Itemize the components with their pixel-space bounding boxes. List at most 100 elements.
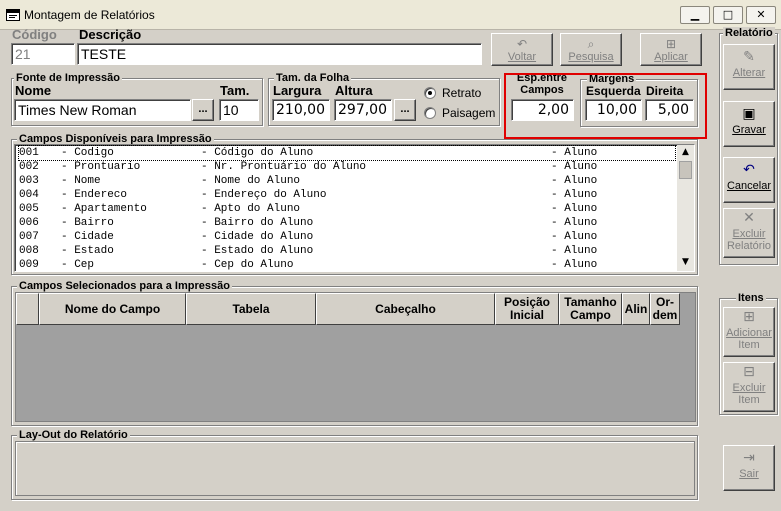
list-item[interactable]: 005- Apartamento - Apto do Aluno - Aluno — [19, 202, 675, 216]
list-separator: - — [61, 231, 75, 243]
list-value: Estado — [74, 245, 114, 257]
list-cell-name: - Endereco — [61, 188, 127, 202]
list-value: 009 — [19, 259, 39, 271]
apply-icon: ⊞ — [665, 37, 677, 51]
highlight-box — [504, 73, 707, 139]
list-cell-code: 006 — [19, 216, 39, 230]
sair-button[interactable]: ⇥ Sair — [723, 445, 775, 491]
voltar-button[interactable]: ↶ Voltar — [491, 33, 553, 66]
report-window-icon — [6, 9, 20, 21]
list-item[interactable]: 003- Nome - Nome do Aluno - Aluno — [19, 174, 675, 188]
itens-panel-label: Itens — [736, 292, 766, 304]
list-separator: - — [201, 259, 215, 271]
layout-area[interactable] — [15, 441, 695, 496]
list-cell-desc: - Bairro do Aluno — [201, 216, 313, 230]
list-separator: - — [551, 175, 565, 187]
col-tabela[interactable]: Tabela — [186, 293, 316, 325]
list-scrollbar[interactable]: ▲ ▼ — [677, 145, 694, 271]
list-value: Aluno — [564, 217, 598, 229]
list-cell-code: 007 — [19, 230, 39, 244]
scroll-up-icon[interactable]: ▲ — [677, 145, 694, 161]
list-item[interactable]: 009- Cep - Cep do Aluno - Aluno — [19, 258, 675, 271]
retrato-radio[interactable] — [424, 87, 436, 99]
codigo-field[interactable]: 21 — [11, 43, 75, 65]
list-separator: - — [201, 189, 215, 201]
largura-label: Largura — [273, 83, 322, 98]
fonte-nome-field[interactable]: Times New Roman — [14, 99, 191, 121]
fonte-browse-button[interactable]: ... — [192, 99, 214, 121]
col-tamanho-campo[interactable]: Tamanho Campo — [559, 293, 622, 325]
excluir-item-button[interactable]: ⊟ Excluir Item — [723, 362, 775, 412]
list-separator: - — [201, 161, 215, 173]
list-separator: - — [61, 189, 75, 201]
pesquisa-button[interactable]: ⌕ Pesquisa — [560, 33, 622, 66]
list-value: 001 — [19, 147, 39, 159]
list-cell-desc: - Cep do Aluno — [201, 258, 294, 271]
list-separator: - — [201, 217, 215, 229]
list-cell-desc: - Código do Aluno — [201, 146, 313, 160]
altura-field[interactable]: 297,00 — [334, 99, 392, 121]
list-item[interactable]: 004- Endereco - Endereço do Aluno - Aluno — [19, 188, 675, 202]
list-value: Nr. Prontuário do Aluno — [214, 161, 367, 173]
campos-selecionados-grid[interactable]: Nome do Campo Tabela Cabeçalho Posição I… — [15, 292, 696, 422]
remove-item-icon: ⊟ — [743, 364, 755, 380]
campos-disponiveis-list[interactable]: 001- Codigo - Código do Aluno - Aluno 002- … — [14, 144, 695, 272]
fonte-tam-field[interactable]: 10 — [219, 99, 259, 121]
list-cell-code: 005 — [19, 202, 39, 216]
back-icon: ↶ — [516, 37, 528, 51]
list-separator: - — [551, 203, 565, 215]
folha-browse-button[interactable]: ... — [394, 99, 416, 121]
list-value: 005 — [19, 203, 39, 215]
list-cell-code: 008 — [19, 244, 39, 258]
list-cell-desc: - Nr. Prontuário do Aluno — [201, 160, 366, 174]
largura-field[interactable]: 210,00 — [272, 99, 330, 121]
col-alin[interactable]: Alin — [622, 293, 650, 325]
gravar-button[interactable]: ▣ Gravar — [723, 101, 775, 147]
exit-door-icon: ⇥ — [743, 450, 755, 466]
list-cell-desc: - Cidade do Aluno — [201, 230, 313, 244]
list-item[interactable]: 002- Prontuario - Nr. Prontuário do Aluno… — [19, 160, 675, 174]
list-cell-desc: - Estado do Aluno — [201, 244, 313, 258]
list-cell-name: - Prontuario — [61, 160, 140, 174]
list-separator: - — [61, 175, 75, 187]
list-cell-code: 009 — [19, 258, 39, 271]
list-separator: - — [201, 231, 215, 243]
minimize-button[interactable]: ▁ — [680, 6, 710, 24]
maximize-button[interactable]: □ — [713, 6, 743, 24]
list-separator: - — [61, 259, 75, 271]
list-item[interactable]: 001- Codigo - Código do Aluno - Aluno — [18, 145, 676, 161]
col-posicao-inicial[interactable]: Posição Inicial — [495, 293, 559, 325]
aplicar-button[interactable]: ⊞ Aplicar — [640, 33, 702, 66]
scroll-down-icon[interactable]: ▼ — [677, 255, 694, 271]
list-separator: - — [201, 245, 215, 257]
list-value: 003 — [19, 175, 39, 187]
col-cabecalho[interactable]: Cabeçalho — [316, 293, 495, 325]
list-value: Cidade — [74, 231, 114, 243]
list-value: Nome — [74, 175, 101, 187]
descricao-field[interactable]: TESTE — [77, 43, 482, 65]
list-value: Cep do Aluno — [214, 259, 294, 271]
list-value: Cep — [74, 259, 95, 271]
list-value: Aluno — [564, 245, 598, 257]
list-item[interactable]: 007 - Cidade - Cidade do Aluno - Aluno — [19, 230, 675, 244]
list-item[interactable]: 006- Bairro - Bairro do Aluno - Aluno — [19, 216, 675, 230]
list-cell-table: - Aluno — [551, 230, 597, 244]
list-item[interactable]: 008- Estado - Estado do Aluno - Aluno — [19, 244, 675, 258]
list-cell-table: - Aluno — [551, 258, 597, 271]
list-separator: - — [61, 217, 75, 229]
adicionar-item-button[interactable]: ⊞ Adicionar Item — [723, 307, 775, 357]
scroll-thumb[interactable] — [679, 161, 692, 179]
list-value: Estado do Aluno — [214, 245, 314, 257]
title-bar: Montagem de Relatórios ▁ □ ✕ — [0, 0, 781, 30]
close-button[interactable]: ✕ — [746, 6, 776, 24]
excluir-relatorio-button[interactable]: ✕ Excluir Relatório — [723, 208, 775, 258]
list-cell-table: - Aluno — [551, 146, 597, 160]
alterar-button[interactable]: ✎ Alterar — [723, 44, 775, 90]
paisagem-radio[interactable] — [424, 107, 436, 119]
col-ordem[interactable]: Or- dem — [650, 293, 680, 325]
list-separator: - — [551, 217, 565, 229]
relatorio-panel-label: Relatório — [723, 27, 775, 39]
list-separator: - — [61, 203, 75, 215]
cancelar-button[interactable]: ↶ Cancelar — [723, 157, 775, 203]
col-nome-do-campo[interactable]: Nome do Campo — [39, 293, 186, 325]
